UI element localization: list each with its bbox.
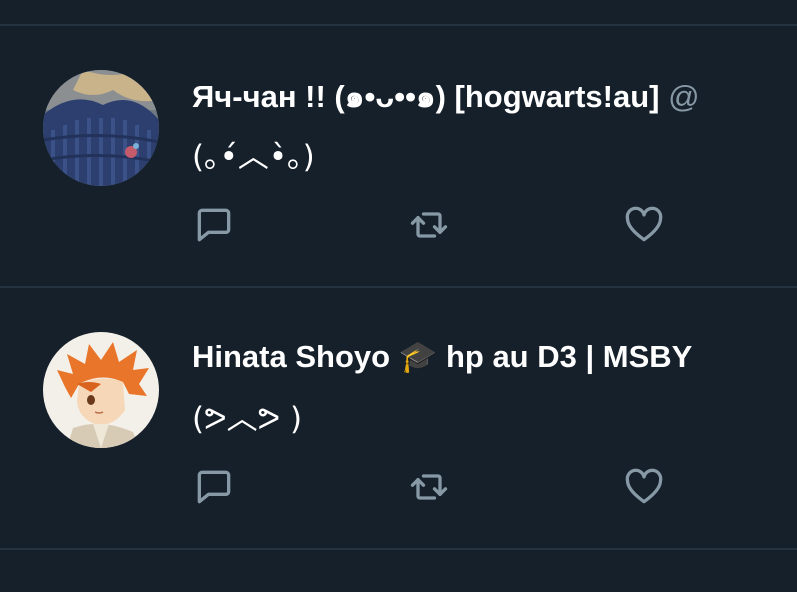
tweet-author-line[interactable]: Яч-чан !! (๑•ᴗ••๑) [hogwarts!au] @ <box>192 74 797 120</box>
retweet-icon <box>410 212 448 238</box>
heart-icon <box>625 206 663 242</box>
like-button[interactable] <box>620 201 668 249</box>
sweater-photo-avatar-icon <box>43 70 159 186</box>
display-name-suffix[interactable]: hp au D3 | MSBY <box>446 339 692 374</box>
handle[interactable]: @ <box>668 79 699 114</box>
display-name[interactable]: Яч-чан !! (๑•ᴗ••๑) [hogwarts!au] <box>192 79 659 114</box>
reply-button[interactable] <box>190 463 238 511</box>
tweet-text: (ᕗ︿ᕗ ) <box>192 401 303 437</box>
heart-icon <box>625 468 663 504</box>
divider <box>0 548 797 550</box>
retweet-button[interactable] <box>405 463 453 511</box>
retweet-icon <box>410 474 448 500</box>
graduation-cap-icon: 🎓 <box>398 339 438 374</box>
tweet-feed: Яч-чан !! (๑•ᴗ••๑) [hogwarts!au] @ (｡•́︿… <box>0 0 797 592</box>
tweet-item[interactable]: Яч-чан !! (๑•ᴗ••๑) [hogwarts!au] @ (｡•́︿… <box>0 26 797 286</box>
retweet-button[interactable] <box>405 201 453 249</box>
tweet-author-line[interactable]: Hinata Shoyo 🎓 hp au D3 | MSBY <box>192 334 797 380</box>
reply-button[interactable] <box>190 201 238 249</box>
tweet-item[interactable]: Hinata Shoyo 🎓 hp au D3 | MSBY (ᕗ︿ᕗ ) <box>0 288 797 548</box>
tweet-text: (｡•́︿•̀｡) <box>192 139 315 175</box>
display-name[interactable]: Hinata Shoyo <box>192 339 390 374</box>
reply-icon <box>197 470 231 504</box>
reply-icon <box>197 208 231 242</box>
orange-hair-character-avatar-icon <box>43 332 159 448</box>
like-button[interactable] <box>620 463 668 511</box>
avatar[interactable] <box>43 70 159 186</box>
avatar[interactable] <box>43 332 159 448</box>
